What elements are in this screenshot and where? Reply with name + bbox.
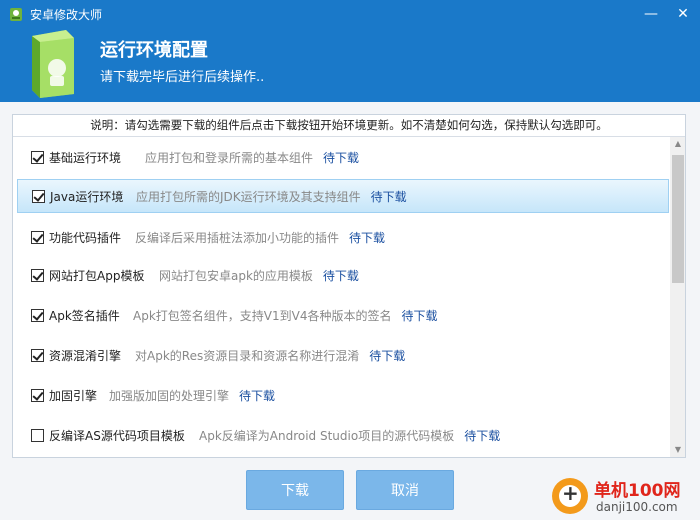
component-row[interactable]: Apk签名插件 Apk打包签名组件，支持V1到V4各种版本的签名 待下载 — [17, 301, 669, 331]
header-banner: 运行环境配置 请下载完毕后进行后续操作.. — [0, 28, 700, 102]
close-icon: ✕ — [677, 6, 689, 22]
app-icon — [10, 8, 22, 21]
component-name: 资源混淆引擎 — [49, 349, 122, 363]
component-checkbox[interactable] — [31, 151, 44, 164]
component-checkbox[interactable] — [31, 309, 44, 322]
component-checkbox[interactable] — [31, 389, 44, 402]
component-status: 待下载 — [464, 429, 501, 443]
component-name: 反编译AS源代码项目模板 — [49, 429, 185, 443]
scroll-down-arrow-icon[interactable]: ▼ — [670, 443, 685, 457]
site-watermark: + 单机100网 danji100.com — [552, 474, 700, 520]
component-checkbox[interactable] — [32, 190, 45, 203]
software-box-icon — [32, 30, 74, 98]
watermark-domain: danji100.com — [596, 500, 678, 514]
cancel-button[interactable]: 取消 — [356, 470, 454, 510]
component-checkbox[interactable] — [31, 231, 44, 244]
component-description: 应用打包和登录所需的基本组件 — [145, 151, 314, 165]
component-row[interactable]: 基础运行环境 应用打包和登录所需的基本组件 待下载 — [17, 143, 669, 173]
scroll-thumb[interactable] — [672, 155, 684, 283]
component-row[interactable]: 反编译AS源代码项目模板 Apk反编译为Android Studio项目的源代码… — [17, 421, 669, 451]
component-status: 待下载 — [323, 151, 360, 165]
component-row[interactable]: 功能代码插件 反编译后采用插桩法添加小功能的插件 待下载 — [17, 223, 669, 253]
component-name: 加固引擎 — [49, 389, 98, 403]
component-name: 网站打包App模板 — [49, 269, 145, 283]
download-button[interactable]: 下载 — [246, 470, 344, 510]
component-status: 待下载 — [349, 231, 386, 245]
close-button[interactable]: ✕ — [666, 0, 700, 28]
component-row[interactable]: Java运行环境 应用打包所需的JDK运行环境及其支持组件 待下载 — [17, 179, 669, 213]
component-info: 反编译后采用插桩法添加小功能的插件 待下载 — [135, 229, 385, 246]
component-description: 加强版加固的处理引擎 — [109, 389, 230, 403]
component-status: 待下载 — [370, 190, 407, 204]
component-info: 应用打包和登录所需的基本组件 待下载 — [145, 149, 359, 166]
component-status: 待下载 — [322, 269, 359, 283]
title-bar[interactable]: 安卓修改大师 — ✕ — [0, 0, 700, 28]
component-name: Java运行环境 — [50, 190, 124, 204]
component-row[interactable]: 加固引擎 加强版加固的处理引擎 待下载 — [17, 381, 669, 411]
plus-icon: + — [562, 481, 579, 505]
component-row[interactable]: 网站打包App模板 网站打包安卓apk的应用模板 待下载 — [17, 261, 669, 291]
component-description: 对Apk的Res资源目录和资源名称进行混淆 — [135, 349, 360, 363]
page-subtitle: 请下载完毕后进行后续操作.. — [100, 70, 265, 85]
vertical-scrollbar[interactable]: ▲ ▼ — [670, 137, 685, 457]
component-description: 网站打包安卓apk的应用模板 — [159, 269, 313, 283]
instruction-notice: 说明：请勾选需要下载的组件后点击下载按钮开始环境更新。如不清楚如何勾选，保持默认… — [13, 115, 685, 137]
scroll-up-arrow-icon[interactable]: ▲ — [670, 137, 685, 151]
component-name: Apk签名插件 — [49, 309, 120, 323]
component-list-panel: 说明：请勾选需要下载的组件后点击下载按钮开始环境更新。如不清楚如何勾选，保持默认… — [12, 114, 686, 458]
component-checkbox[interactable] — [31, 349, 44, 362]
window-title: 安卓修改大师 — [30, 8, 103, 22]
component-checkbox[interactable] — [31, 269, 44, 282]
component-info: Apk打包签名组件，支持V1到V4各种版本的签名 待下载 — [133, 307, 437, 324]
component-description: Apk打包签名组件，支持V1到V4各种版本的签名 — [133, 309, 392, 323]
component-description: Apk反编译为Android Studio项目的源代码模板 — [199, 429, 455, 443]
component-info: Apk反编译为Android Studio项目的源代码模板 待下载 — [199, 427, 500, 444]
component-status: 待下载 — [239, 389, 276, 403]
component-name: 基础运行环境 — [49, 151, 122, 165]
component-description: 反编译后采用插桩法添加小功能的插件 — [135, 231, 340, 245]
minimize-button[interactable]: — — [634, 0, 668, 28]
page-title: 运行环境配置 — [100, 40, 208, 61]
component-info: 应用打包所需的JDK运行环境及其支持组件 待下载 — [136, 188, 407, 205]
component-name: 功能代码插件 — [49, 231, 122, 245]
watermark-brand: 单机100网 — [594, 481, 681, 501]
component-status: 待下载 — [369, 349, 406, 363]
component-description: 应用打包所需的JDK运行环境及其支持组件 — [136, 190, 361, 204]
minimize-icon: — — [644, 6, 658, 22]
component-status: 待下载 — [401, 309, 438, 323]
component-row[interactable]: 资源混淆引擎 对Apk的Res资源目录和资源名称进行混淆 待下载 — [17, 341, 669, 371]
component-info: 加强版加固的处理引擎 待下载 — [109, 387, 275, 404]
component-info: 对Apk的Res资源目录和资源名称进行混淆 待下载 — [135, 347, 405, 364]
component-checkbox[interactable] — [31, 429, 44, 442]
component-info: 网站打包安卓apk的应用模板 待下载 — [159, 267, 359, 284]
